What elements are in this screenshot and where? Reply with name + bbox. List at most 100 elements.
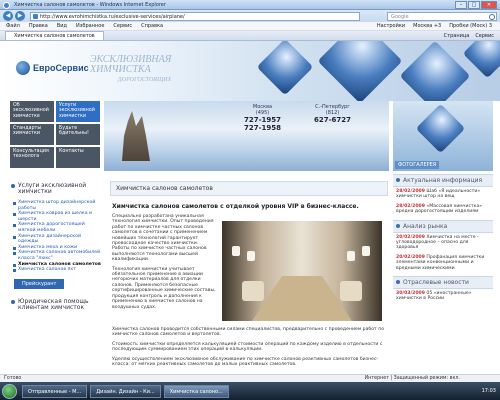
service-link[interactable]: Химчистка ковров из шелка и шерсти [10,211,102,222]
service-link[interactable]: Химчистка салонов яхт [10,267,102,273]
service-link[interactable]: Химчистка дорогостоящей мягкой мебели [10,222,102,233]
logo-globe-icon [16,61,30,75]
slogan-line-2: ХИМЧИСТКА [90,64,151,75]
paragraph: Химчистка салонов проводится собственным… [112,327,385,338]
analysis-item[interactable]: 20/02/2009 Химчистка на месте - угловодо… [393,233,493,253]
analysis-date: 20/02/2009 [396,254,425,260]
site-header: ЕвроСервис ЭКСКЛЮЗИВНАЯ ХИМЧИСТКА ДОРОГО… [0,41,500,112]
url-field[interactable]: http://www.evrohimchistka.ru/exclusive-s… [30,11,360,21]
nav-item-about[interactable]: Об эксклюзивной химчистке [10,101,55,123]
search-input[interactable]: Google [387,11,497,21]
browser-window: Химчистка салонов самолетов - Windows In… [0,0,500,400]
taskbar-item[interactable]: Дизайн. Дизайн - Ки... [90,384,161,398]
gallery-crystal [415,103,466,154]
web-content: ЕвроСервис ЭКСКЛЮЗИВНАЯ ХИМЧИСТКА ДОРОГО… [0,41,500,374]
industry-block: Отраслевые новости 30/03/2009 05 «иностр… [393,276,493,304]
zone-status: Интернет | Защищенный режим: вкл. [364,376,460,381]
taskbar-clock: 17:03 [481,388,496,394]
taskbar-item-active[interactable]: Химчистка салоно... [163,384,229,398]
site-logo[interactable]: ЕвроСервис [16,61,89,75]
page-icon [33,13,38,19]
url-text: http://www.evrohimchistka.ru/exclusive-s… [40,13,185,20]
photo-gallery-link[interactable]: ФОТОГАЛЕРЕЯ [393,101,493,171]
toolbar-widgets: Настройки Москва +3 Пробки (Моск) 3 [377,23,500,29]
taskbar: Отправленные - М... Дизайн. Дизайн - Ки.… [0,382,500,400]
nav-item-vigilant[interactable]: Будьте бдительны! [56,124,101,146]
slogan-line-3: ДОРОГОСТОЯЩИХ [117,77,172,83]
moscow-contact: Москва (495) 727-1957 727-1958 [244,104,281,132]
tools-menu[interactable]: Сервис [475,33,494,39]
address-bar: ◀ ▶ http://www.evrohimchistka.ru/exclusi… [0,10,500,22]
analysis-item[interactable]: 20/02/2009 Профанация химчистки элемента… [393,253,493,273]
maximize-button[interactable]: □ [468,1,480,9]
spb-contact: С.-Петербург (812) 627-6727 [314,104,351,124]
weather-widget[interactable]: Москва +3 [413,23,441,29]
paragraph: Уделяю осуществлением эксклюзивное обслу… [112,356,379,368]
back-icon[interactable]: ◀ [3,11,13,21]
castle-image [122,111,150,161]
service-link[interactable]: Химчистка салонов автомобилей класса "лю… [10,250,102,261]
taskbar-item[interactable]: Отправленные - М... [22,384,88,398]
nav-item-contacts[interactable]: Контакты [56,147,101,169]
price-list-button[interactable]: Прейскурант [14,278,65,289]
header-photo: Москва (495) 727-1957 727-1958 С.-Петерб… [104,101,389,171]
search-icon[interactable] [489,13,495,20]
menu-edit[interactable]: Правка [29,23,48,29]
site-nav: Об эксклюзивной химчистке Услуги эксклюз… [10,101,102,171]
logo-text: ЕвроСервис [33,63,89,73]
article-body: Специально разработана уникальная технол… [110,214,216,310]
moscow-phone-2: 727-1958 [244,124,281,132]
news-item[interactable]: 28/02/2009 «Массовая химчистка» вредна д… [393,202,493,217]
industry-heading: Отраслевые новости [393,276,493,290]
window-title: Химчистка салонов самолетов - Windows In… [14,1,166,8]
right-column: ФОТОГАЛЕРЕЯ Актуальная информация 28/02/… [391,101,500,374]
start-button[interactable] [2,384,17,399]
cabin-window [232,246,240,256]
menu-help[interactable]: Справка [141,23,163,29]
traffic-widget[interactable]: Пробки (Моск) 3 [449,23,492,29]
menu-file[interactable]: Файл [6,23,20,29]
news-item[interactable]: 28/02/2009 Шаб «Я идеальности» химчистки… [393,187,493,202]
nav-item-services[interactable]: Услуги эксклюзивной химчистки [56,101,101,123]
cabin-floor [252,276,352,321]
status-text: Готово [4,376,22,381]
settings-link[interactable]: Настройки [377,23,405,29]
menu-tools[interactable]: Сервис [113,23,132,29]
airplane-interior-image [222,221,382,321]
article-heading: Химчистка салонов самолетов с отделкой у… [112,203,359,210]
crystal-graphic [462,41,500,79]
analysis-heading: Анализ рынка [393,219,493,233]
service-link[interactable]: Химчистка штор дизайнерской работы [10,200,102,211]
page-menu[interactable]: Страница [444,33,470,39]
cabin-window [347,251,355,261]
nav-item-consult[interactable]: Консультация технолога [10,147,55,169]
cabin-seat [242,281,264,301]
services-list: Химчистка штор дизайнерской работы Химчи… [10,200,102,273]
legal-heading[interactable]: Юридическая помощь клиентам химчисток [10,297,102,313]
site-slogan: ЭКСКЛЮЗИВНАЯ ХИМЧИСТКА ДОРОГОСТОЯЩИХ [90,55,171,85]
menu-bar: Файл Правка Вид Избранное Сервис Справка… [0,22,500,31]
status-bar: Готово Интернет | Защищенный режим: вкл. [0,374,500,382]
news-heading: Актуальная информация [393,174,493,187]
page-title: Химчистка салонов самолетов [110,181,388,196]
service-link[interactable]: Химчистка дизайнерской одежды [10,234,102,245]
menu-favorites[interactable]: Избранное [76,23,104,29]
ie-logo-icon [3,2,10,9]
news-date: 28/02/2009 [396,203,425,209]
window-controls: – □ ✕ [455,1,497,9]
menu-view[interactable]: Вид [57,23,67,29]
search-placeholder: Google [391,13,409,20]
nav-item-standards[interactable]: Стандарты химчистки [10,124,55,146]
industry-item[interactable]: 30/03/2009 05 «иностранные» химчистки в … [393,289,493,304]
crystal-graphic [317,41,403,104]
forward-icon[interactable]: ▶ [15,11,25,21]
tab-tools: Страница Сервис [444,33,500,39]
minimize-button[interactable]: – [455,1,467,9]
cabin-seat [340,281,362,301]
cabin-window [247,251,255,261]
paragraph: Специально разработана уникальная технол… [112,214,214,263]
close-button[interactable]: ✕ [481,1,497,9]
gallery-label: ФОТОГАЛЕРЕЯ [395,161,440,169]
tab-active[interactable]: Химчистка салонов самолетов [5,31,104,40]
tab-bar: Химчистка салонов самолетов Страница Сер… [0,31,500,41]
